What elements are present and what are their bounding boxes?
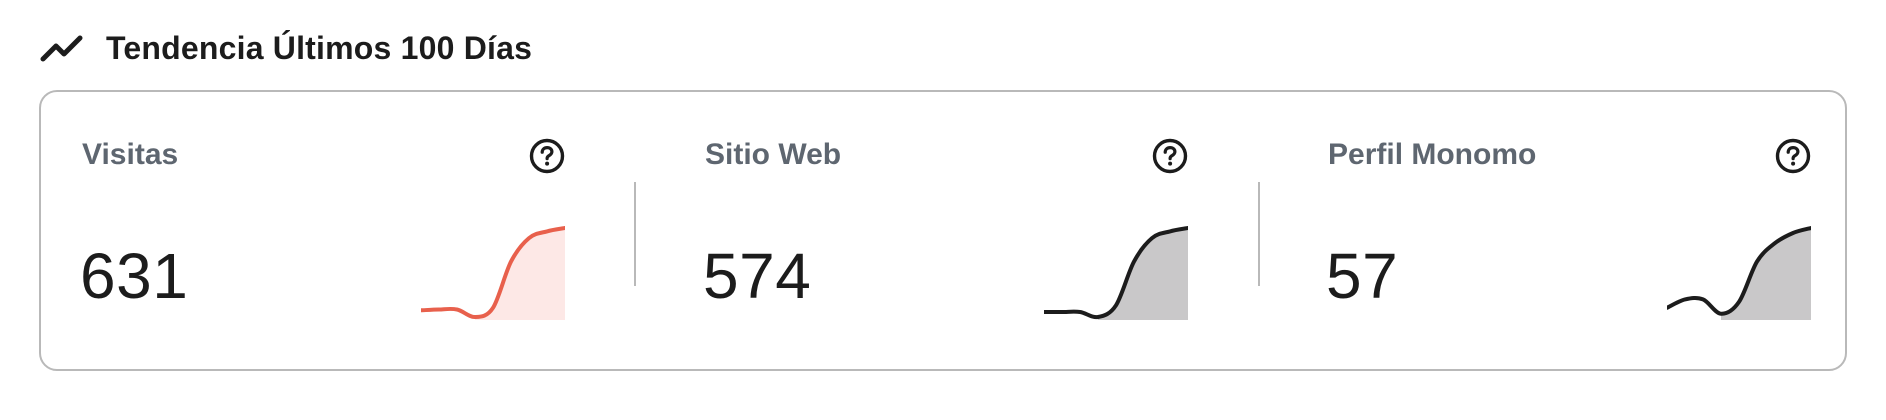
metric-sitio-web: Sitio Web 574: [664, 92, 1224, 369]
metric-visitas: Visitas 631: [41, 92, 601, 369]
metric-perfil-monomo: Perfil Monomo 57: [1287, 92, 1847, 369]
metric-label: Sitio Web: [705, 138, 842, 171]
sparkline-area: [1098, 228, 1188, 320]
sparkline-chart: [421, 226, 565, 320]
sparkline-chart: [1044, 226, 1188, 320]
metric-value: 57: [1326, 240, 1399, 312]
sparkline-chart: [1667, 226, 1811, 320]
metric-value: 631: [80, 240, 189, 312]
stats-card: Visitas 631 Sitio Web 574 Perfil Monomo …: [39, 90, 1847, 371]
divider: [1258, 182, 1260, 286]
question-circle-icon[interactable]: [529, 138, 565, 174]
metric-label: Perfil Monomo: [1328, 138, 1537, 171]
section-header: Tendencia Últimos 100 Días: [40, 24, 532, 72]
question-circle-icon[interactable]: [1775, 138, 1811, 174]
trending-up-icon: [40, 32, 84, 64]
sparkline-area: [475, 228, 565, 320]
section-title: Tendencia Últimos 100 Días: [106, 29, 533, 66]
divider: [634, 182, 636, 286]
question-circle-icon[interactable]: [1152, 138, 1188, 174]
metric-value: 574: [703, 240, 812, 312]
metric-label: Visitas: [82, 138, 179, 171]
